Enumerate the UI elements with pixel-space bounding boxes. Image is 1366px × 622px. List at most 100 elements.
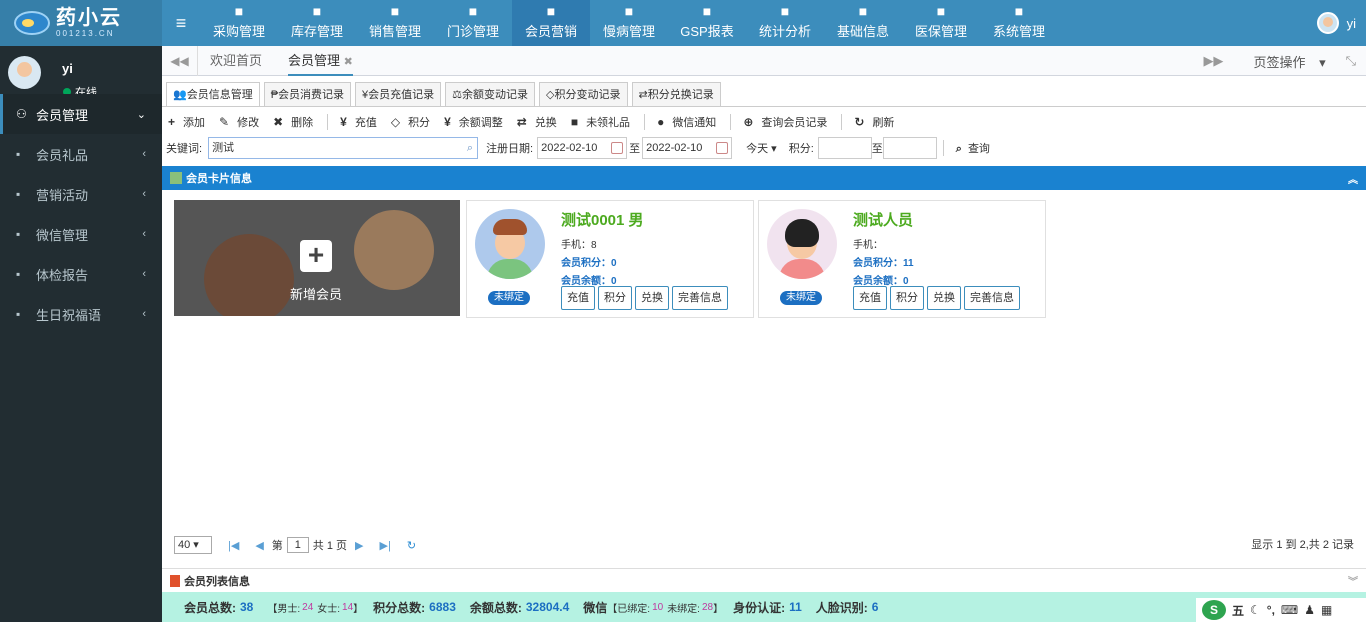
prev-page-icon[interactable]: ◀ [255,539,263,552]
today-dropdown[interactable]: 今天 ▾ [746,140,777,156]
last-page-icon[interactable]: ▶| [380,539,391,552]
users-icon: ⚇ [16,107,27,121]
nav-item-label: 销售管理 [368,24,421,39]
nav-item-9[interactable]: ■ 医保管理 [902,0,980,46]
search-icon[interactable]: ⌕ [467,140,473,156]
calendar-icon[interactable] [611,142,624,154]
card-button-3[interactable]: 完善信息 [964,286,1020,310]
keyboard-icon[interactable]: ⌨ [1281,603,1298,617]
user-menu[interactable]: yi [1316,12,1356,34]
ime-toolbar[interactable]: S 五 ☾ °, ⌨ ♟ ▦ [1196,598,1366,622]
gift-icon: ■ [570,115,579,129]
tabs-prev-icon[interactable]: ◀◀ [162,46,198,76]
edit-button[interactable]: ✎ 修改 [219,114,259,130]
subtab-4[interactable]: ◇积分变动记录 [539,82,628,106]
sidebar-item-label: 体检报告 [36,267,89,283]
logo[interactable]: 药小云 001213.CN [0,0,162,46]
points-min-input[interactable] [817,137,872,159]
page-input[interactable]: 1 [286,537,309,553]
subtab-0[interactable]: 👥会员信息管理 [166,82,260,106]
page-size-select[interactable]: 40 ▾ [174,536,212,554]
points-label: 积分: [788,143,814,155]
report-icon: ■ [702,3,712,19]
fullscreen-icon[interactable]: ⤡ [1336,53,1366,69]
card-button-2[interactable]: 兑换 [927,286,961,310]
windows-icon: ■ [1014,3,1024,19]
grid-icon[interactable]: ▦ [1321,603,1332,617]
subtab-5[interactable]: ⇄积分兑换记录 [631,82,721,106]
sidebar-item-3[interactable]: ▪ 微信管理 ‹ [0,214,162,254]
sidebar-item-4[interactable]: ▪ 体检报告 ‹ [0,254,162,294]
stats-bar: 会员总数: 38 【男士: 24 女士: 14 】 积分总数: 6883 余额总数: 32… [162,592,1366,622]
punct-icon[interactable]: °, [1267,603,1275,617]
ime-mode[interactable]: 五 [1232,602,1244,619]
subtab-2[interactable]: ¥会员充值记录 [355,82,442,106]
reload-icon[interactable]: ↻ [407,539,416,552]
sidebar-item-5[interactable]: ▪ 生日祝福语 ‹ [0,294,162,334]
subtab-1[interactable]: ₱会员消费记录 [263,82,352,106]
date-from-input[interactable]: 2022-02-10 [537,137,628,159]
status-badge: 未绑定 [488,291,530,305]
exchange-button[interactable]: ⇄ 兑换 [517,114,557,130]
subtab-icon: ⚖ [452,89,463,101]
card-button-2[interactable]: 兑换 [635,286,669,310]
card-button-0[interactable]: 充值 [853,286,887,310]
nav-item-2[interactable]: ■ 销售管理 [356,0,434,46]
menu-toggle-icon[interactable]: ≡ [162,0,200,46]
sidebar-item-1[interactable]: ▪ 会员礼品 ‹ [0,134,162,174]
tabs-next-icon[interactable]: ▶▶ [1193,53,1233,69]
points-max-input[interactable] [882,137,937,159]
pager-info: 显示 1 到 2,共 2 记录 [1251,539,1354,551]
nav-item-0[interactable]: ■ 采购管理 [200,0,278,46]
balance-adjust-button[interactable]: ¥ 余额调整 [444,114,503,130]
card-button-0[interactable]: 充值 [561,286,595,310]
page-ops-menu[interactable]: 页签操作 ▾ [1233,52,1335,71]
nav-item-3[interactable]: ■ 门诊管理 [434,0,512,46]
nav-item-7[interactable]: ■ 统计分析 [746,0,824,46]
moon-icon[interactable]: ☾ [1250,603,1261,617]
close-icon[interactable]: ✖ [344,56,353,68]
keyword-input[interactable]: 测试 ⌕ [208,137,479,159]
refresh-button[interactable]: ↻ 刷新 [854,114,894,130]
yen-icon: ¥ [340,115,347,129]
tab-current-label: 会员管理 [288,53,341,68]
card-button-3[interactable]: 完善信息 [672,286,728,310]
nav-item-4[interactable]: ■ 会员营销 [512,0,590,46]
diamond-icon: ◇ [390,115,401,129]
wechat-bound: 10 [652,601,664,613]
status-badge: 未绑定 [780,291,822,305]
card-button-1[interactable]: 积分 [890,286,924,310]
nav-item-label: 统计分析 [758,24,811,39]
nav-item-6[interactable]: ■ GSP报表 [668,0,746,46]
add-button[interactable]: + 添加 [168,114,205,130]
subtab-3[interactable]: ⚖余额变动记录 [445,82,536,106]
query-records-button[interactable]: ⊕ 查询会员记录 [743,114,827,130]
sidebar-item-0[interactable]: ⚇ 会员管理 ⌄ [0,94,162,134]
points-button[interactable]: ◇ 积分 [391,114,430,130]
first-page-icon[interactable]: |◀ [228,539,239,552]
next-page-icon[interactable]: ▶ [355,539,363,552]
add-member-card[interactable]: + 新增会员 [174,200,460,316]
cart-icon: ■ [234,3,244,19]
gift-button[interactable]: ■ 未领礼品 [571,114,630,130]
calendar-icon[interactable] [716,142,729,154]
sidebar-item-2[interactable]: ▪ 营销活动 ‹ [0,174,162,214]
nav-item-8[interactable]: ■ 基础信息 [824,0,902,46]
date-to-input[interactable]: 2022-02-10 [642,137,733,159]
wechat-notify-button[interactable]: ● 微信通知 [657,114,716,130]
recharge-button[interactable]: ¥ 充值 [340,114,377,130]
barchart-icon: ■ [780,3,790,19]
query-button[interactable]: ⌕ 查询 [956,140,990,156]
nav-item-label: 采购管理 [212,24,265,39]
nav-item-5[interactable]: ■ 慢病管理 [590,0,668,46]
subtab-label: 积分兑换记录 [647,89,714,101]
tab-home[interactable]: 欢迎首页 [210,46,262,76]
delete-button[interactable]: ✖ 删除 [273,114,313,130]
card-button-1[interactable]: 积分 [598,286,632,310]
tab-member-management[interactable]: 会员管理 ✖ [288,46,353,76]
expand-icon[interactable]: ︾ [1348,573,1358,588]
user-icon[interactable]: ♟ [1304,603,1315,617]
nav-item-1[interactable]: ■ 库存管理 [278,0,356,46]
nav-item-10[interactable]: ■ 系统管理 [980,0,1058,46]
collapse-icon[interactable]: ︽ [1348,171,1358,186]
